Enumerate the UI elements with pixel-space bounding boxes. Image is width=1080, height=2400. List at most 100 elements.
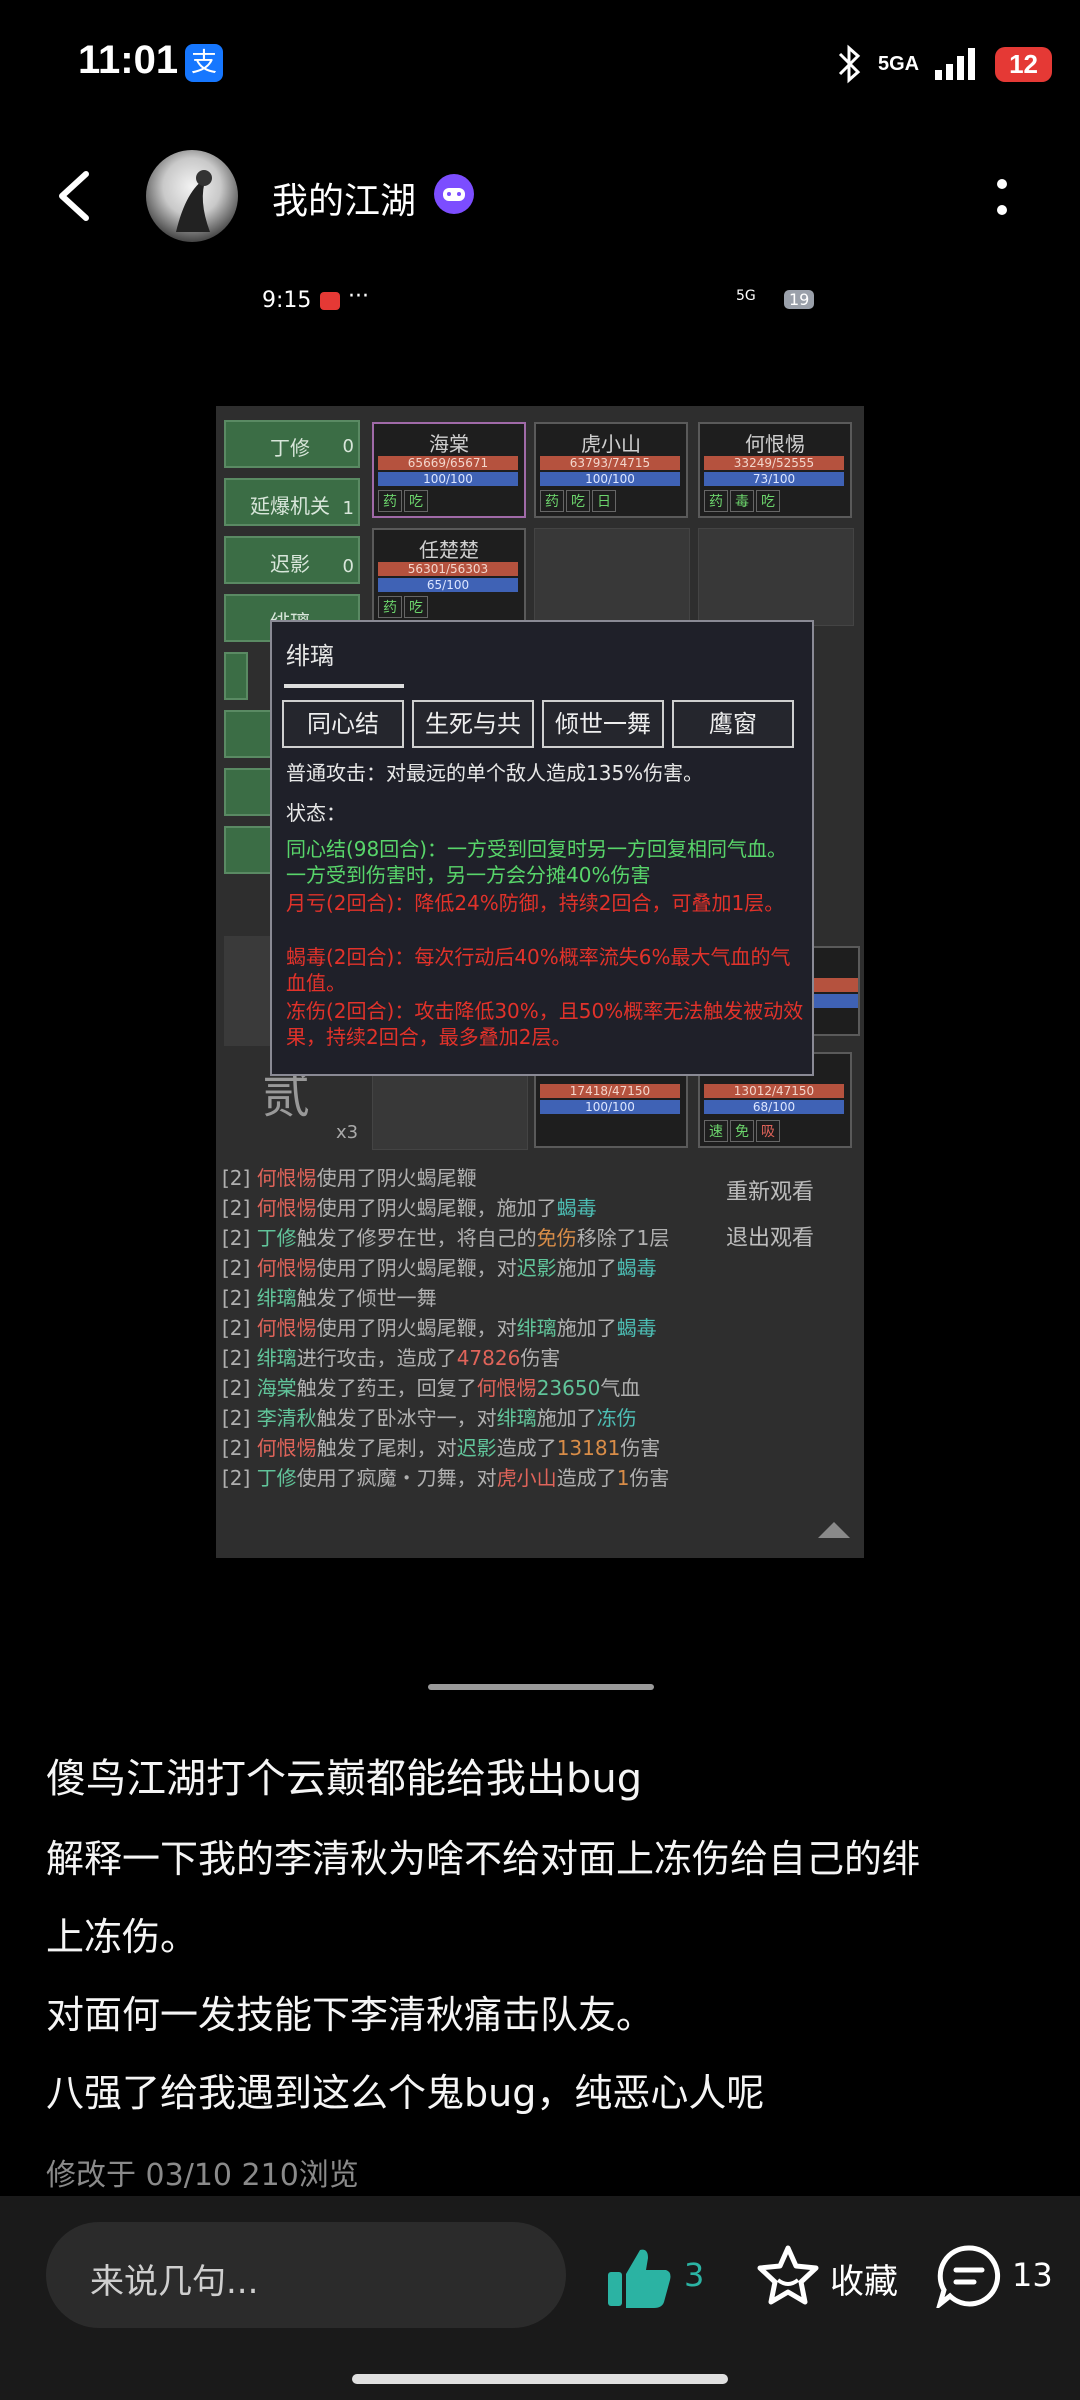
log-round: [2] [222, 1286, 257, 1310]
log-segment: 何恨惕 [256, 1166, 317, 1190]
log-segment: 迟影 [516, 1256, 557, 1280]
status-bar: 11:01 支 5GA 12 [0, 0, 1080, 130]
log-segment: 迟影 [456, 1436, 497, 1460]
recording-icon [320, 292, 340, 310]
replay-button[interactable]: 重新观看 [726, 1174, 814, 1206]
log-segment: 何恨惕 [256, 1316, 317, 1340]
log-segment: 进行攻击，造成了 [296, 1346, 457, 1370]
side-button: 延爆机关 1 [224, 478, 360, 526]
log-segment: 伤害 [520, 1346, 561, 1370]
log-segment: 施加了 [536, 1406, 597, 1430]
battery-indicator: 12 [995, 46, 1052, 82]
log-segment: 47826 [456, 1346, 521, 1370]
log-segment: 触发了药王，回复了 [296, 1376, 477, 1400]
log-line: [2] 何恨惕触发了尾刺，对迟影造成了13181伤害 [222, 1432, 660, 1461]
log-segment: 伤害 [620, 1436, 661, 1460]
log-line: [2] 丁修使用了疯魔・刀舞，对虎小山造成了1伤害 [222, 1462, 669, 1491]
comment-count: 13 [1012, 2256, 1053, 2294]
basic-attack-text: 普通攻击：对最远的单个敌人造成135%伤害。 [286, 761, 704, 785]
skill-tab[interactable]: 倾世一舞 [542, 700, 664, 748]
log-segment: 冻伤 [596, 1406, 637, 1430]
log-round: [2] [222, 1346, 257, 1370]
exit-replay-button[interactable]: 退出观看 [726, 1220, 814, 1252]
embedded-battery: 19 [784, 290, 815, 309]
log-segment: 触发了卧冰守一，对 [316, 1406, 497, 1430]
avatar[interactable] [146, 150, 238, 242]
log-segment: 何恨惕 [256, 1196, 317, 1220]
embedded-network: 5G [736, 288, 756, 304]
log-segment: 海棠 [256, 1376, 297, 1400]
post-line: 上冻伤。 [46, 1915, 199, 1959]
embedded-dots: ··· [348, 284, 369, 309]
log-segment: 蝎毒 [616, 1316, 657, 1340]
log-round: [2] [222, 1376, 257, 1400]
hero-card[interactable]: 何恨惕 33249/52555 73/100 药毒吃 [698, 422, 852, 518]
log-segment: 触发了尾刺，对 [316, 1436, 457, 1460]
log-segment: 伤害 [629, 1466, 670, 1490]
star-icon[interactable] [756, 2244, 820, 2308]
log-segment: 施加了 [556, 1316, 617, 1340]
tab-indicator [284, 684, 404, 688]
log-line: [2] 绯璃触发了倾世一舞 [222, 1282, 437, 1311]
log-segment: 蝎毒 [556, 1196, 597, 1220]
like-icon[interactable] [606, 2246, 674, 2310]
log-segment: 何恨惕 [476, 1376, 537, 1400]
log-segment: 蝎毒 [616, 1256, 657, 1280]
log-round: [2] [222, 1316, 257, 1340]
comment-placeholder: 来说几句... [90, 2262, 259, 2302]
log-segment: 触发了倾世一舞 [296, 1286, 437, 1310]
log-segment: 1 [616, 1466, 630, 1490]
log-round: [2] [222, 1436, 257, 1460]
log-round: [2] [222, 1256, 257, 1280]
log-line: [2] 海棠触发了药王，回复了何恨惕23650气血 [222, 1372, 640, 1401]
more-icon[interactable] [996, 176, 1008, 220]
log-segment: 移除了1层 [576, 1226, 670, 1250]
log-round: [2] [222, 1166, 257, 1190]
state-effect: 同心结(98回合)：一方受到回复时另一方回复相同气血。一方受到伤害时，另一方会分… [286, 837, 788, 887]
network-label: 5GA [877, 52, 920, 75]
popup-title: 绯璃 [286, 642, 334, 670]
home-indicator[interactable] [352, 2374, 728, 2384]
log-segment: 造成了 [556, 1466, 617, 1490]
comment-icon[interactable] [936, 2244, 1002, 2308]
skill-tab[interactable]: 生死与共 [412, 700, 534, 748]
log-segment: 虎小山 [496, 1466, 557, 1490]
log-segment: 23650 [536, 1376, 601, 1400]
back-icon[interactable] [52, 168, 96, 224]
log-segment: 何恨惕 [256, 1436, 317, 1460]
side-button: 丁修 0 [224, 420, 360, 468]
alipay-icon: 支 [185, 44, 223, 82]
skill-tab[interactable]: 同心结 [282, 700, 404, 748]
empty-slot [534, 528, 690, 626]
log-segment: 绯璃 [256, 1286, 297, 1310]
hero-card[interactable]: 虎小山 63793/74715 100/100 药吃日 [534, 422, 688, 518]
log-line: [2] 丁修触发了修罗在世，将自己的免伤移除了1层 [222, 1222, 669, 1251]
log-segment: 免伤 [536, 1226, 577, 1250]
username[interactable]: 我的江湖 [272, 172, 416, 224]
hero-card[interactable]: 任楚楚 56301/56303 65/100 药吃 [372, 528, 526, 624]
log-segment: 丁修 [256, 1466, 297, 1490]
post-line: 八强了给我遇到这么个鬼bug，纯恶心人呢 [46, 2071, 765, 2115]
post-title: 傻鸟江湖打个云巅都能给我出bug [46, 1756, 643, 1802]
comment-input[interactable]: 来说几句... [46, 2222, 566, 2328]
status-indicators: 5GA 12 [834, 40, 1052, 88]
state-effect: 冻伤(2回合)：攻击降低30%，且50%概率无法触发被动效果，持续2回合，最多叠… [286, 999, 804, 1049]
log-segment: 使用了阴火蝎尾鞭 [316, 1166, 477, 1190]
log-segment: 气血 [600, 1376, 641, 1400]
log-segment: 使用了疯魔・刀舞，对 [296, 1466, 497, 1490]
embedded-status-bar: 9:15 ··· 5G 19 [262, 284, 822, 320]
skill-tab[interactable]: 鹰窗 [672, 700, 794, 748]
favorite-label[interactable]: 收藏 [830, 2254, 898, 2303]
log-round: [2] [222, 1196, 257, 1220]
log-line: [2] 何恨惕使用了阴火蝎尾鞭 [222, 1162, 477, 1191]
log-segment: 造成了 [496, 1436, 557, 1460]
post-line: 对面何一发技能下李清秋痛击队友。 [46, 1993, 655, 2037]
like-count: 3 [684, 2256, 705, 2294]
collapse-up-icon[interactable] [816, 1520, 852, 1540]
log-segment: 绯璃 [516, 1316, 557, 1340]
log-line: [2] 何恨惕使用了阴火蝎尾鞭，施加了蝎毒 [222, 1192, 597, 1221]
hero-card[interactable]: 海棠 65669/65671 100/100 药吃 [372, 422, 526, 518]
log-line: [2] 李清秋触发了卧冰守一，对绯璃施加了冻伤 [222, 1402, 637, 1431]
avatar-figure-icon [176, 170, 212, 232]
skill-popup: 绯璃 同心结 生死与共 倾世一舞 鹰窗 普通攻击：对最远的单个敌人造成135%伤… [270, 620, 814, 1076]
